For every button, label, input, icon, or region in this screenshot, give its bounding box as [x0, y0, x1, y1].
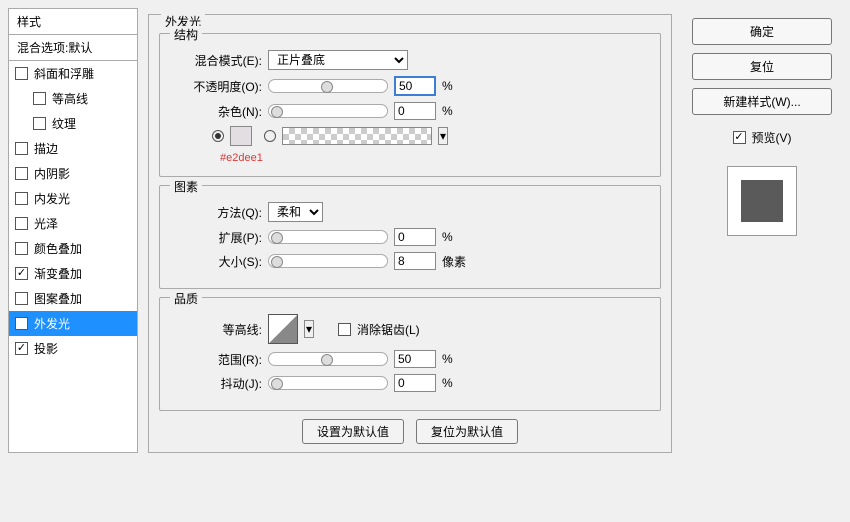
- blend-mode-label: 混合模式(E):: [172, 52, 262, 69]
- sidebar-label-11: 投影: [34, 340, 58, 357]
- sidebar-checkbox-4[interactable]: [15, 167, 28, 180]
- color-hex-annotation: #e2dee1: [220, 152, 648, 164]
- blending-options[interactable]: 混合选项:默认: [9, 35, 137, 61]
- quality-group: 品质 等高线: ▾ 消除锯齿(L) 范围(R): % 抖动(J):: [159, 297, 661, 411]
- outer-glow-panel: 外发光 结构 混合模式(E): 正片叠底 不透明度(O): % 杂色(N):: [148, 14, 672, 453]
- sidebar-item-4[interactable]: 内阴影: [9, 161, 137, 186]
- set-default-button[interactable]: 设置为默认值: [302, 419, 404, 444]
- elements-title: 图素: [170, 178, 202, 195]
- sidebar-item-6[interactable]: 光泽: [9, 211, 137, 236]
- technique-select[interactable]: 柔和: [268, 202, 323, 222]
- spread-unit: %: [442, 230, 453, 244]
- sidebar-item-8[interactable]: 渐变叠加: [9, 261, 137, 286]
- color-radio[interactable]: [212, 130, 224, 142]
- noise-label: 杂色(N):: [172, 103, 262, 120]
- noise-input[interactable]: [394, 102, 436, 120]
- sidebar-item-2[interactable]: 纹理: [9, 111, 137, 136]
- sidebar-item-9[interactable]: 图案叠加: [9, 286, 137, 311]
- sidebar-label-7: 颜色叠加: [34, 240, 82, 257]
- sidebar-item-3[interactable]: 描边: [9, 136, 137, 161]
- sidebar-item-10[interactable]: 外发光: [9, 311, 137, 336]
- opacity-label: 不透明度(O):: [172, 78, 262, 95]
- preview-swatch: [741, 180, 783, 222]
- sidebar-checkbox-9[interactable]: [15, 292, 28, 305]
- jitter-input[interactable]: [394, 374, 436, 392]
- elements-group: 图素 方法(Q): 柔和 扩展(P): % 大小(S): 像素: [159, 185, 661, 289]
- jitter-label: 抖动(J):: [172, 375, 262, 392]
- sidebar-item-0[interactable]: 斜面和浮雕: [9, 61, 137, 86]
- size-slider[interactable]: [268, 254, 388, 268]
- gradient-dropdown-icon[interactable]: ▾: [438, 127, 448, 145]
- sidebar-header: 样式: [9, 9, 137, 35]
- sidebar-label-9: 图案叠加: [34, 290, 82, 307]
- color-swatch[interactable]: [230, 126, 252, 146]
- sidebar-checkbox-0[interactable]: [15, 67, 28, 80]
- noise-unit: %: [442, 104, 453, 118]
- structure-title: 结构: [170, 26, 202, 43]
- range-label: 范围(R):: [172, 351, 262, 368]
- dialog-buttons: 确定 复位 新建样式(W)... 预览(V): [682, 8, 842, 453]
- sidebar-checkbox-3[interactable]: [15, 142, 28, 155]
- sidebar-item-7[interactable]: 颜色叠加: [9, 236, 137, 261]
- sidebar-checkbox-6[interactable]: [15, 217, 28, 230]
- sidebar-label-10: 外发光: [34, 315, 70, 332]
- sidebar-label-3: 描边: [34, 140, 58, 157]
- opacity-input[interactable]: [394, 76, 436, 96]
- jitter-unit: %: [442, 376, 453, 390]
- spread-label: 扩展(P):: [172, 229, 262, 246]
- range-slider[interactable]: [268, 352, 388, 366]
- sidebar-label-4: 内阴影: [34, 165, 70, 182]
- blend-mode-select[interactable]: 正片叠底: [268, 50, 408, 70]
- size-input[interactable]: [394, 252, 436, 270]
- sidebar-label-5: 内发光: [34, 190, 70, 207]
- size-unit: 像素: [442, 253, 466, 270]
- structure-group: 结构 混合模式(E): 正片叠底 不透明度(O): % 杂色(N): %: [159, 33, 661, 177]
- spread-slider[interactable]: [268, 230, 388, 244]
- technique-label: 方法(Q):: [172, 204, 262, 221]
- jitter-slider[interactable]: [268, 376, 388, 390]
- spread-input[interactable]: [394, 228, 436, 246]
- cancel-button[interactable]: 复位: [692, 53, 832, 80]
- gradient-radio[interactable]: [264, 130, 276, 142]
- opacity-unit: %: [442, 79, 453, 93]
- styles-sidebar: 样式 混合选项:默认 斜面和浮雕等高线纹理描边内阴影内发光光泽颜色叠加渐变叠加图…: [8, 8, 138, 453]
- preview-checkbox[interactable]: [733, 131, 746, 144]
- gradient-picker[interactable]: [282, 127, 432, 145]
- contour-picker[interactable]: [268, 314, 298, 344]
- sidebar-label-0: 斜面和浮雕: [34, 65, 94, 82]
- preview-thumbnail: [727, 166, 797, 236]
- size-label: 大小(S):: [172, 253, 262, 270]
- ok-button[interactable]: 确定: [692, 18, 832, 45]
- sidebar-checkbox-8[interactable]: [15, 267, 28, 280]
- sidebar-checkbox-10[interactable]: [15, 317, 28, 330]
- new-style-button[interactable]: 新建样式(W)...: [692, 88, 832, 115]
- reset-default-button[interactable]: 复位为默认值: [416, 419, 518, 444]
- sidebar-label-1: 等高线: [52, 90, 88, 107]
- range-unit: %: [442, 352, 453, 366]
- noise-slider[interactable]: [268, 104, 388, 118]
- sidebar-checkbox-7[interactable]: [15, 242, 28, 255]
- sidebar-label-6: 光泽: [34, 215, 58, 232]
- preview-label: 预览(V): [752, 129, 792, 146]
- sidebar-label-2: 纹理: [52, 115, 76, 132]
- sidebar-item-11[interactable]: 投影: [9, 336, 137, 361]
- antialias-checkbox[interactable]: [338, 323, 351, 336]
- contour-label: 等高线:: [172, 321, 262, 338]
- range-input[interactable]: [394, 350, 436, 368]
- sidebar-label-8: 渐变叠加: [34, 265, 82, 282]
- sidebar-item-5[interactable]: 内发光: [9, 186, 137, 211]
- antialias-label: 消除锯齿(L): [357, 321, 420, 338]
- sidebar-checkbox-1[interactable]: [33, 92, 46, 105]
- contour-dropdown-icon[interactable]: ▾: [304, 320, 314, 338]
- quality-title: 品质: [170, 290, 202, 307]
- sidebar-item-1[interactable]: 等高线: [9, 86, 137, 111]
- opacity-slider[interactable]: [268, 79, 388, 93]
- sidebar-checkbox-2[interactable]: [33, 117, 46, 130]
- sidebar-checkbox-5[interactable]: [15, 192, 28, 205]
- sidebar-checkbox-11[interactable]: [15, 342, 28, 355]
